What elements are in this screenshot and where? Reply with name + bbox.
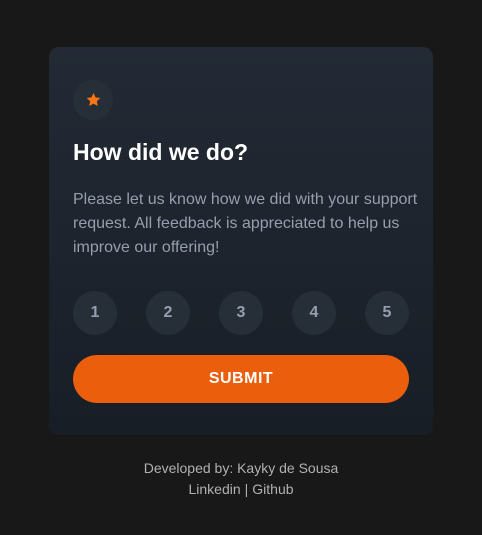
footer: Developed by: Kayky de Sousa Linkedin | Gi… [0, 458, 482, 500]
rating-button-1[interactable]: 1 [73, 291, 117, 335]
star-icon [86, 93, 100, 106]
rating-button-2[interactable]: 2 [146, 291, 190, 335]
card-title: How did we do? [73, 139, 249, 165]
github-link[interactable]: Github [252, 481, 293, 497]
footer-links: Linkedin | Github [0, 479, 482, 500]
link-separator: | [244, 481, 249, 497]
rating-button-3[interactable]: 3 [219, 291, 263, 335]
developer-credit: Developed by: Kayky de Sousa [143, 460, 339, 476]
rating-button-5[interactable]: 5 [365, 291, 409, 335]
submit-button[interactable]: SUBMIT [73, 355, 409, 403]
card-description: Please let us know how we did with your … [73, 191, 418, 256]
rating-card: How did we do? Please let us know how we… [49, 47, 433, 435]
star-badge [73, 80, 113, 120]
rating-button-4[interactable]: 4 [292, 291, 336, 335]
linkedin-link[interactable]: Linkedin [188, 481, 240, 497]
rating-options: 1 2 3 4 5 [73, 291, 409, 335]
